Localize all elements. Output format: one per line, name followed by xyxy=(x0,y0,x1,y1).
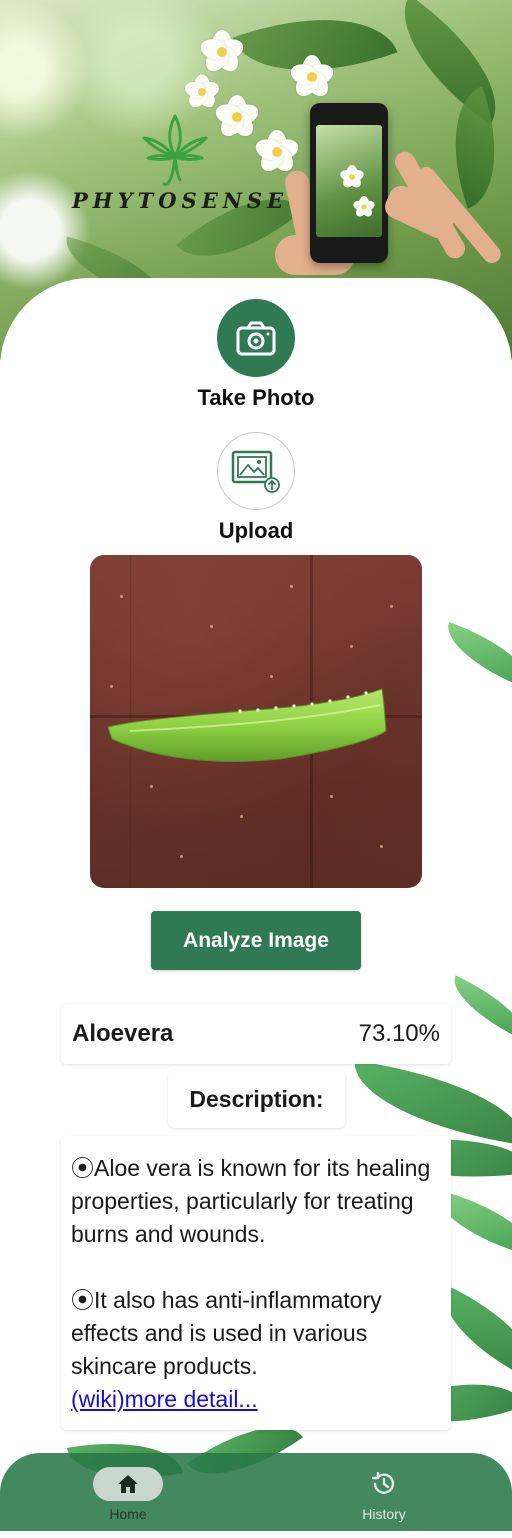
phone-screen xyxy=(316,125,382,237)
flower xyxy=(182,74,222,111)
description-box: ⦿Aloe vera is known for its healing prop… xyxy=(61,1136,451,1430)
description-paragraph: ⦿It also has anti-inflammatory effects a… xyxy=(71,1287,382,1379)
analyze-image-button[interactable]: Analyze Image xyxy=(151,911,361,970)
phone xyxy=(310,103,388,263)
flower xyxy=(287,55,337,101)
description-paragraph: ⦿Aloe vera is known for its healing prop… xyxy=(71,1155,431,1247)
nav-item-home[interactable]: Home xyxy=(72,1453,212,1531)
decorative-leaf xyxy=(436,621,512,691)
hand-holding-phone-illustration xyxy=(270,95,512,295)
brand-name: PHYTOSENSE xyxy=(72,188,289,213)
description-title: Description: xyxy=(168,1070,345,1128)
take-photo-action: Take Photo xyxy=(0,299,512,411)
aloe-leaf-photo xyxy=(107,688,387,762)
decorative-leaf xyxy=(442,975,512,1041)
nav-active-indicator xyxy=(93,1467,163,1501)
nav-icon-wrapper xyxy=(349,1467,419,1501)
leaf-logo-icon xyxy=(142,114,208,186)
nav-label-home: Home xyxy=(109,1506,147,1522)
confidence-score: 73.10% xyxy=(358,1020,440,1047)
history-icon xyxy=(371,1472,395,1494)
home-icon xyxy=(118,1475,138,1493)
upload-button[interactable] xyxy=(217,432,295,510)
take-photo-button[interactable] xyxy=(217,299,295,377)
image-upload-icon xyxy=(231,450,280,493)
selected-image-preview xyxy=(90,555,422,888)
wiki-more-detail-link[interactable]: (wiki)more detail... xyxy=(71,1386,258,1412)
flower xyxy=(338,164,366,191)
take-photo-label: Take Photo xyxy=(197,385,315,410)
nav-item-history[interactable]: History xyxy=(328,1453,468,1531)
upload-action: Upload xyxy=(0,432,512,544)
flower xyxy=(351,196,377,219)
decorative-leaf xyxy=(346,1060,512,1146)
prediction-result: Aloevera 73.10% xyxy=(61,1004,451,1064)
bottom-navigation: Home History xyxy=(0,1453,512,1531)
upload-label: Upload xyxy=(218,518,294,543)
plant-name: Aloevera xyxy=(72,1020,174,1047)
nav-label-history: History xyxy=(362,1506,406,1522)
camera-icon xyxy=(236,321,276,356)
flower xyxy=(197,30,247,76)
brand: PHYTOSENSE xyxy=(72,112,292,222)
